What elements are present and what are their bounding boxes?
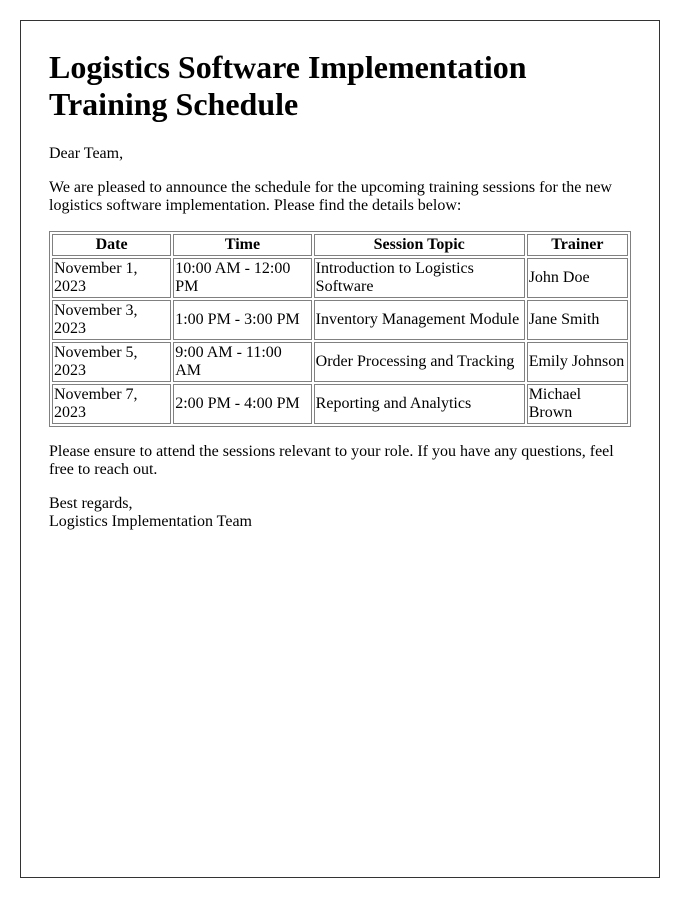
cell-trainer: Michael Brown: [526, 384, 628, 424]
table-row: November 3, 2023 1:00 PM - 3:00 PM Inven…: [52, 300, 628, 340]
cell-session-topic: Inventory Management Module: [313, 300, 525, 340]
cell-date: November 3, 2023: [52, 300, 172, 340]
header-trainer: Trainer: [526, 234, 628, 256]
header-time: Time: [173, 234, 312, 256]
cell-date: November 1, 2023: [52, 258, 172, 298]
cell-time: 10:00 AM - 12:00 PM: [173, 258, 312, 298]
cell-session-topic: Introduction to Logistics Software: [313, 258, 525, 298]
intro-paragraph: We are pleased to announce the schedule …: [49, 179, 612, 214]
schedule-table: Date Time Session Topic Trainer November…: [49, 231, 631, 427]
table-row: November 7, 2023 2:00 PM - 4:00 PM Repor…: [52, 384, 628, 424]
cell-time: 1:00 PM - 3:00 PM: [173, 300, 312, 340]
greeting: Dear Team,: [49, 145, 124, 162]
cell-session-topic: Reporting and Analytics: [313, 384, 525, 424]
closing-note: Please ensure to attend the sessions rel…: [49, 443, 614, 478]
table-header-row: Date Time Session Topic Trainer: [52, 234, 628, 256]
cell-trainer: John Doe: [526, 258, 628, 298]
cell-time: 9:00 AM - 11:00 AM: [173, 342, 312, 382]
table-row: November 1, 2023 10:00 AM - 12:00 PM Int…: [52, 258, 628, 298]
table-row: November 5, 2023 9:00 AM - 11:00 AM Orde…: [52, 342, 628, 382]
signature-block: Best regards, Logistics Implementation T…: [49, 495, 631, 531]
cell-date: November 7, 2023: [52, 384, 172, 424]
letter-container: Logistics Software Implementation Traini…: [20, 20, 660, 878]
cell-trainer: Emily Johnson: [526, 342, 628, 382]
cell-date: November 5, 2023: [52, 342, 172, 382]
cell-trainer: Jane Smith: [526, 300, 628, 340]
header-date: Date: [52, 234, 172, 256]
cell-time: 2:00 PM - 4:00 PM: [173, 384, 312, 424]
header-session-topic: Session Topic: [313, 234, 525, 256]
signoff: Best regards,: [49, 495, 133, 512]
page-title: Logistics Software Implementation Traini…: [49, 49, 527, 122]
cell-session-topic: Order Processing and Tracking: [313, 342, 525, 382]
signature: Logistics Implementation Team: [49, 513, 252, 530]
